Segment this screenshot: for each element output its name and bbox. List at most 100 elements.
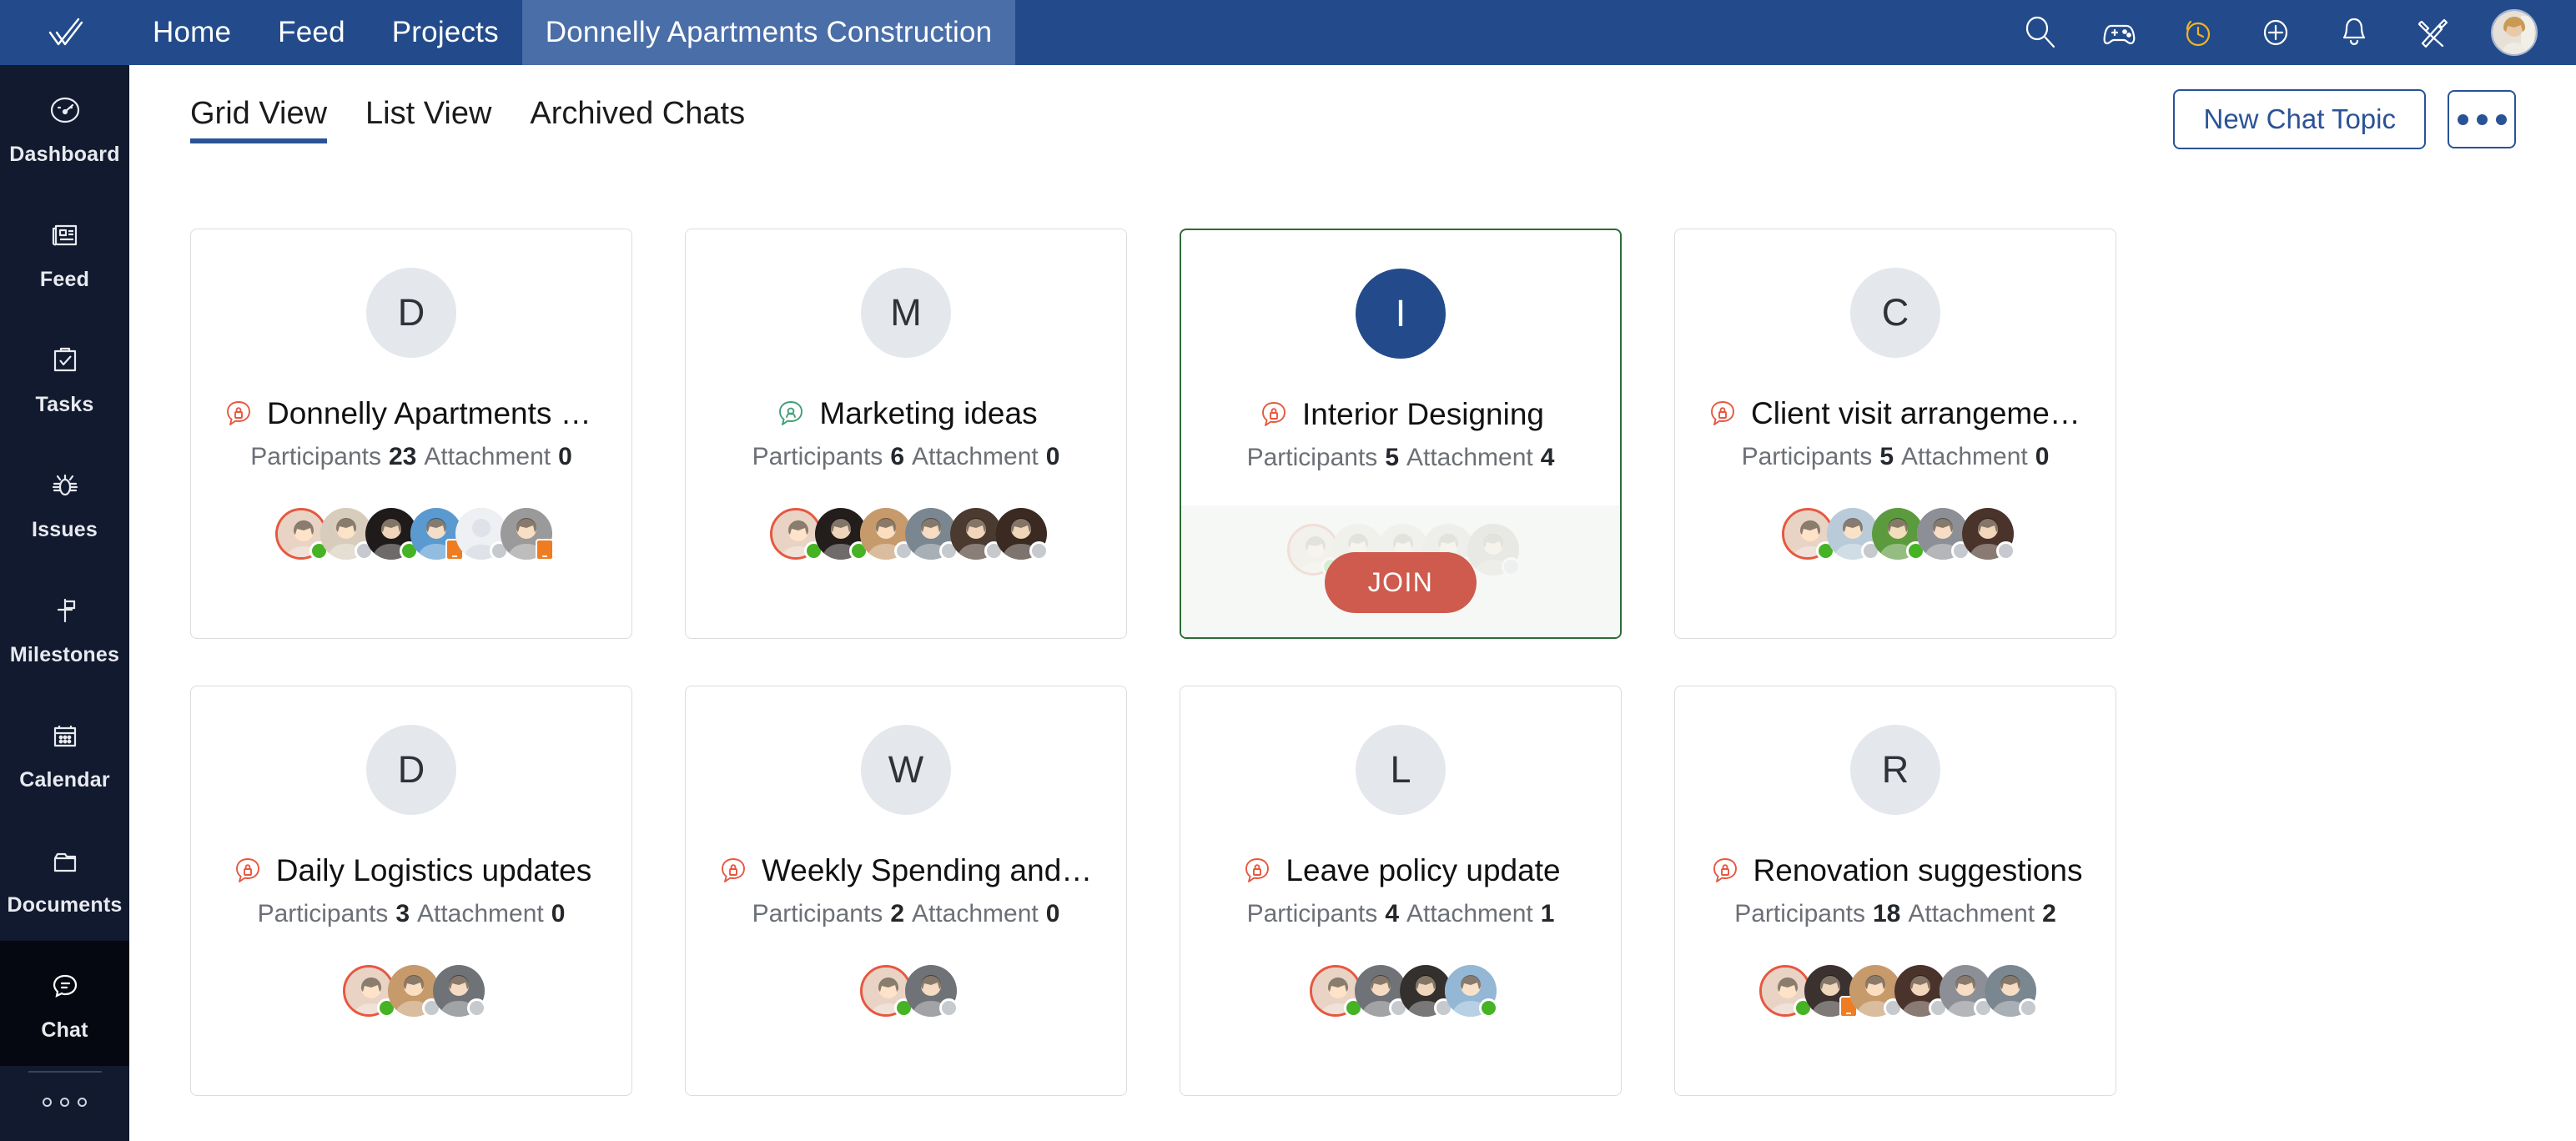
participant-avatar[interactable] [860,965,913,1018]
participant-avatar-stack [855,965,958,1018]
private-lock-chat-icon [1711,401,1734,425]
sidebar-item-dashboard[interactable]: Dashboard [0,65,129,190]
top-bar-icon-group [2020,0,2576,65]
game-controller-icon[interactable] [2099,13,2139,53]
participant-avatar[interactable] [1894,965,1948,1018]
participant-avatar[interactable] [1940,965,1993,1018]
chat-topic-meta: Participants 3 Attachment 0 [258,900,566,928]
top-nav-item-feed[interactable]: Feed [254,0,369,65]
participant-avatar[interactable] [1782,508,1835,560]
attachment-label: Attachment [424,443,551,470]
chat-topic-card[interactable]: L Leave policy update Participants 4 Attachm… [1180,686,1622,1096]
private-lock-chat-icon [722,858,745,882]
chat-topic-card[interactable]: R Renovation suggestions Participants 18 Att… [1674,686,2116,1096]
participant-avatar[interactable] [1445,965,1498,1018]
participant-avatar[interactable] [1759,965,1813,1018]
tools-icon[interactable] [2412,13,2453,53]
participants-count: 5 [1879,443,1894,470]
participant-avatar[interactable] [950,508,1004,560]
more-dots-icon [2457,113,2468,125]
participant-avatar[interactable] [1804,965,1858,1018]
participants-count: 23 [388,443,417,470]
participant-avatar[interactable] [388,965,441,1018]
sidebar-item-milestones[interactable]: Milestones [0,565,129,691]
participant-avatar[interactable] [1917,508,1970,560]
participants-label: Participants [1741,443,1873,470]
status-offline-icon [1996,541,2015,560]
clipboard-check-icon [53,347,76,371]
chat-topic-title: Marketing ideas [819,396,1038,430]
main-content: Grid View List View Archived Chats New C… [129,65,2576,1141]
participants-label: Participants [1734,900,1865,927]
join-button[interactable]: JOIN [1324,551,1477,613]
participant-avatar[interactable] [275,508,329,560]
chat-topic-meta: Participants 18 Attachment 2 [1734,900,2056,928]
sidebar-more-button[interactable] [0,1073,129,1131]
sidebar-item-calendar[interactable]: Calendar [0,691,129,816]
private-lock-chat-icon [1245,858,1270,882]
participant-avatar[interactable] [433,965,486,1018]
participant-avatar[interactable] [1827,508,1880,560]
private-lock-chat-icon [1262,402,1285,426]
sidebar-item-issues[interactable]: Issues [0,440,129,565]
participant-avatar[interactable] [1872,508,1925,560]
sidebar-item-tasks[interactable]: Tasks [0,315,129,440]
tab-archived-chats[interactable]: Archived Chats [530,96,763,143]
attachment-count: 0 [1045,443,1060,470]
chat-topic-card[interactable]: I Interior Designing Participants 5 Attachme… [1180,229,1622,639]
chat-bubble-icon [53,974,77,998]
participant-avatar[interactable] [501,508,554,560]
participant-avatar[interactable] [365,508,419,560]
tab-list-view[interactable]: List View [365,96,510,143]
timer-clock-icon[interactable] [2177,13,2217,53]
participant-avatar[interactable] [1467,524,1521,576]
tab-grid-view[interactable]: Grid View [190,96,345,143]
participant-avatar[interactable] [410,508,464,560]
participant-avatar[interactable] [455,508,509,560]
header-user-avatar[interactable] [2491,9,2538,56]
chat-topic-meta: Participants 2 Attachment 0 [752,900,1060,928]
participant-avatar[interactable] [815,508,868,560]
participant-avatar[interactable] [1962,508,2015,560]
sidebar-item-feed[interactable]: Feed [0,190,129,315]
participant-avatar[interactable] [770,508,823,560]
chat-topic-title-row: Leave policy update [1180,853,1621,888]
status-offline-icon [2019,998,2038,1018]
chat-topic-card[interactable]: D Donnelly Apartments C... Participants 23 A… [190,229,632,639]
sidebar-item-documents[interactable]: Documents [0,816,129,941]
chat-topic-title-row: Client visit arrangements [1675,396,2116,431]
participant-avatar-stack [338,965,486,1018]
participant-avatar[interactable] [343,965,396,1018]
app-logo[interactable] [0,0,129,65]
chat-topic-card[interactable]: M Marketing ideas Participants 6 Attachment 0 [685,229,1127,639]
participant-avatar[interactable] [860,508,913,560]
search-icon[interactable] [2020,13,2060,53]
participant-avatar[interactable] [1400,965,1453,1018]
chat-topic-title-row: Renovation suggestions [1675,853,2116,888]
top-nav-item-projects[interactable]: Projects [369,0,522,65]
chat-topic-card[interactable]: C Client visit arrangements Participants 5 A… [1674,229,2116,639]
join-overlay: JOIN [1181,505,1620,637]
more-options-button[interactable] [2448,90,2516,148]
private-lock-chat-icon [1713,858,1737,882]
top-nav-item-home[interactable]: Home [129,0,254,65]
notification-bell-icon[interactable] [2334,13,2374,53]
participant-avatar[interactable] [905,965,958,1018]
participant-avatar[interactable] [1355,965,1408,1018]
calendar-icon [53,725,76,746]
attachment-label: Attachment [1406,444,1533,471]
participant-avatar[interactable] [905,508,958,560]
participant-avatar[interactable] [1849,965,1903,1018]
participant-avatar[interactable] [320,508,374,560]
participant-avatar[interactable] [995,508,1049,560]
chat-topic-card[interactable]: D Daily Logistics updates Participants 3 Att… [190,686,632,1096]
chat-topic-card[interactable]: W Weekly Spending and B... Participants 2 At… [685,686,1127,1096]
view-tabs: Grid View List View Archived Chats [190,96,783,143]
participant-avatar[interactable] [1985,965,2038,1018]
sidebar-item-chat[interactable]: Chat [0,941,129,1066]
participant-avatar[interactable] [1310,965,1363,1018]
top-nav-item-current-project[interactable]: Donnelly Apartments Construction [521,0,1016,65]
new-chat-topic-button[interactable]: New Chat Topic [2173,89,2426,149]
add-plus-icon[interactable] [2256,13,2296,53]
attachment-label: Attachment [1406,900,1533,927]
